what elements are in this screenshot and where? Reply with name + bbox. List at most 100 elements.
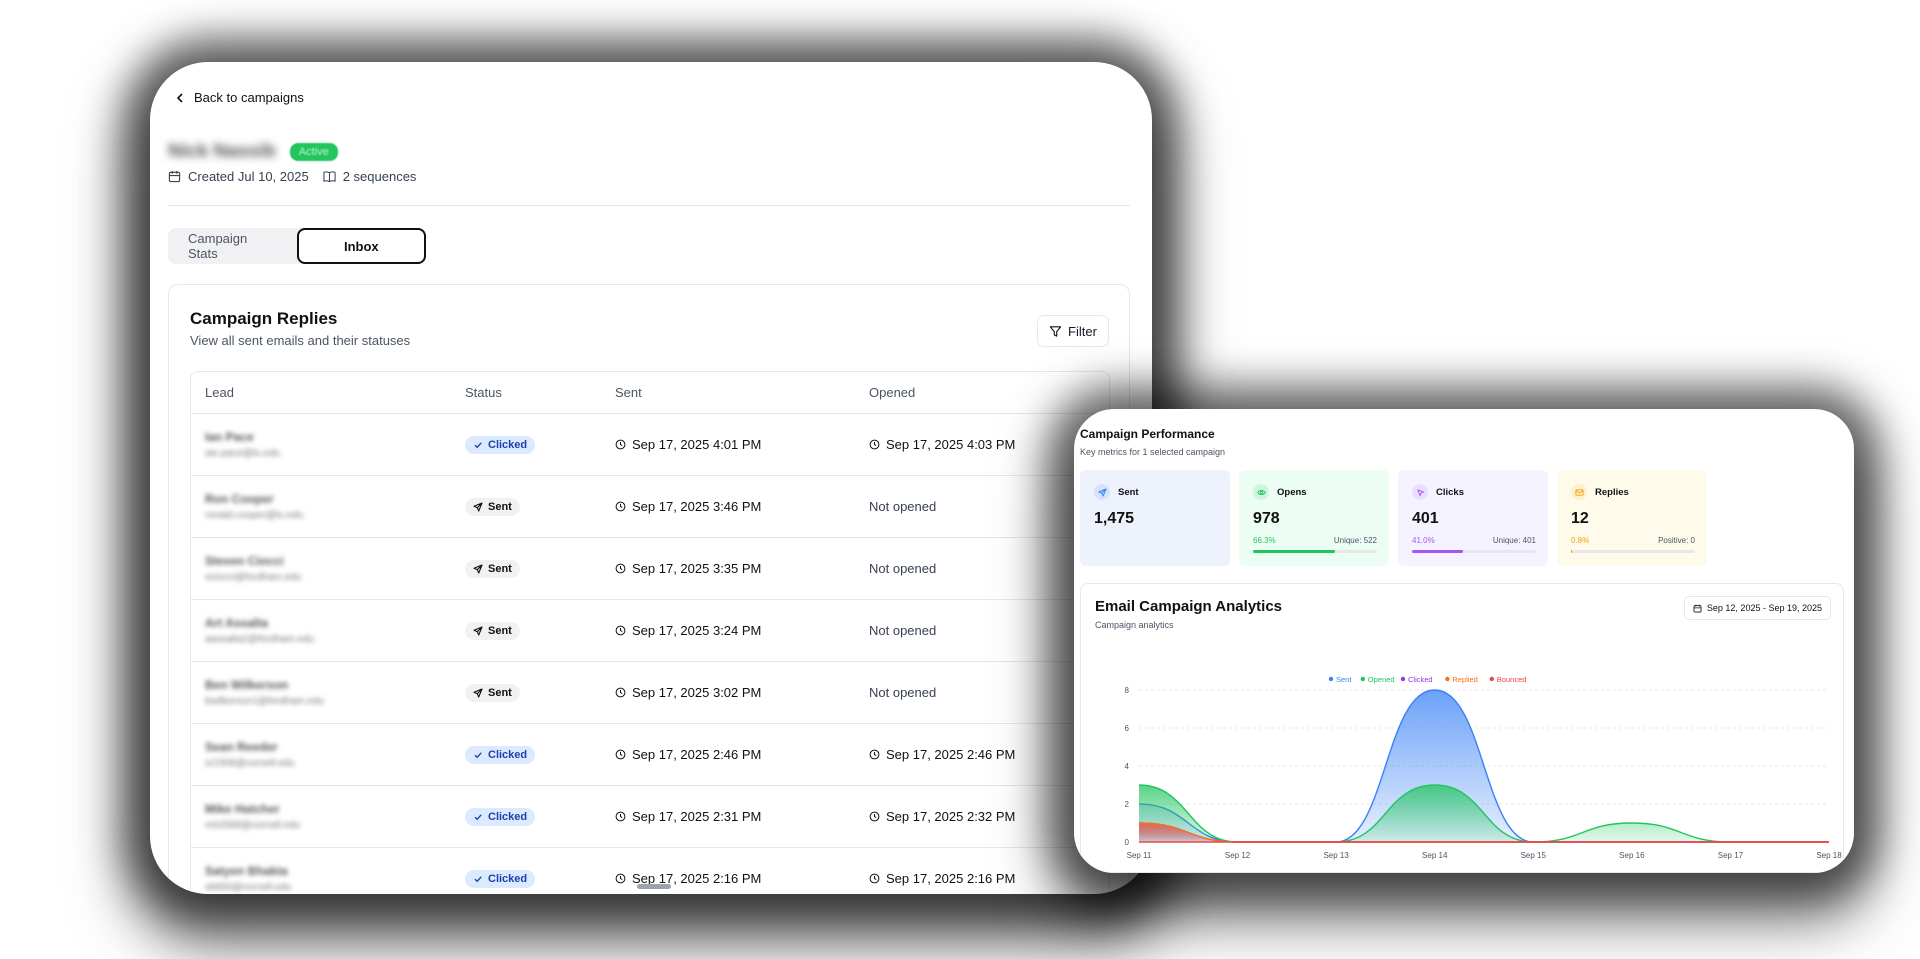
stat-progress-fill (1253, 550, 1336, 553)
clock-icon (615, 873, 626, 884)
campaign-detail-window: Back to campaigns Nick Nassib Active Cre… (150, 62, 1152, 894)
performance-subtitle: Key metrics for 1 selected campaign (1080, 447, 1226, 457)
sent-cell: Sep 17, 2025 3:46 PM (601, 499, 855, 514)
stat-value: 12 (1571, 510, 1589, 527)
col-status: Status (465, 385, 502, 400)
opened-cell: Sep 17, 2025 2:32 PM (855, 809, 1109, 824)
tab-inbox[interactable]: Inbox (296, 228, 426, 264)
back-label: Back to campaigns (194, 90, 304, 105)
lead-cell: Ben Wilkerson bwilkerson1@fordham.edu (191, 678, 451, 707)
clock-icon (615, 625, 626, 636)
lead-cell: Ian Pace ian.pace@lu.edu (191, 430, 451, 459)
table-header: Lead Status Sent Opened (191, 372, 1109, 414)
stat-percent: 41.0% (1412, 536, 1435, 545)
col-lead: Lead (205, 385, 234, 400)
lead-cell: Satyen Bhakta sb893@cornell.edu (191, 864, 451, 893)
stat-label: Replies (1595, 486, 1629, 498)
table-body: Ian Pace ian.pace@lu.edu Clicked Sep 17, 20… (191, 414, 1109, 894)
status-label: Sent (488, 686, 512, 699)
campaign-header: Nick Nassib Active (168, 141, 338, 163)
table-row[interactable]: Mike Hatcher mh2688@cornell.edu Clicked Sep… (191, 786, 1109, 848)
stat-extra: Positive: 0 (1658, 536, 1695, 545)
y-tick-label: 0 (1125, 838, 1130, 847)
sent-time: Sep 17, 2025 2:31 PM (632, 809, 762, 824)
replies-table: Lead Status Sent Opened Ian Pace ian.pace… (190, 371, 1110, 894)
lead-name: Satyen Bhakta (205, 864, 288, 878)
tab-campaign-stats[interactable]: Campaign Stats (168, 228, 297, 264)
stat-header: Opens (1253, 484, 1307, 500)
y-tick-label: 4 (1125, 762, 1130, 771)
campaign-meta: Created Jul 10, 2025 2 sequences (168, 169, 416, 184)
lead-email: ronald.cooper@lu.edu (205, 510, 304, 521)
book-open-icon (323, 171, 336, 183)
y-tick-label: 8 (1125, 686, 1130, 695)
card-title: Campaign Replies (190, 309, 338, 328)
clock-icon (615, 501, 626, 512)
back-to-campaigns-link[interactable]: Back to campaigns (174, 90, 304, 105)
status-pill: Clicked (465, 869, 536, 888)
stat-card-opens: Opens 978 66.3% Unique: 522 (1239, 470, 1389, 566)
x-tick-label: Sep 14 (1422, 851, 1448, 860)
x-tick-label: Sep 18 (1816, 851, 1842, 860)
sent-time: Sep 17, 2025 3:24 PM (632, 623, 762, 638)
campaign-replies-card: Campaign Replies View all sent emails an… (168, 284, 1130, 894)
filter-button[interactable]: Filter (1037, 315, 1109, 347)
stat-card-sent: Sent 1,475 (1080, 470, 1230, 566)
table-row[interactable]: Steven Ciocci sciocci@fordham.edu Sent Sep … (191, 538, 1109, 600)
stat-header: Clicks (1412, 484, 1464, 500)
stat-value: 401 (1412, 510, 1439, 527)
y-tick-label: 2 (1125, 800, 1130, 809)
sent-time: Sep 17, 2025 4:01 PM (632, 437, 762, 452)
status-label: Sent (488, 624, 512, 637)
sent-cell: Sep 17, 2025 2:31 PM (601, 809, 855, 824)
opened-time: Not opened (869, 623, 937, 638)
status-label: Clicked (488, 438, 528, 451)
opened-cell: Not opened (855, 561, 1109, 576)
stat-progress-bar (1253, 550, 1377, 553)
clock-icon (615, 811, 626, 822)
table-row[interactable]: Ian Pace ian.pace@lu.edu Clicked Sep 17, 20… (191, 414, 1109, 476)
lead-email: aassalta2@fordham.edu (205, 634, 315, 645)
campaign-name: Nick Nassib (168, 141, 276, 162)
lead-email: bwilkerson1@fordham.edu (205, 696, 325, 707)
check-icon (473, 750, 483, 760)
table-row[interactable]: Sean Reeder sr2308@cornell.edu Clicked Sep … (191, 724, 1109, 786)
legend-label-bounced: Bounced (1497, 675, 1527, 684)
filter-icon (1049, 325, 1062, 337)
lead-email: ian.pace@lu.edu (205, 448, 281, 459)
header-divider (168, 205, 1130, 206)
analytics-card: Email Campaign Analytics Campaign analyt… (1080, 583, 1844, 873)
lead-name: Sean Reeder (205, 740, 278, 754)
x-tick-label: Sep 16 (1619, 851, 1645, 860)
stat-percent: 66.3% (1253, 536, 1276, 545)
campaign-performance-window: Campaign Performance Key metrics for 1 s… (1074, 409, 1854, 873)
legend-label-clicked: Clicked (1408, 675, 1433, 684)
eye-icon (1253, 484, 1269, 500)
col-sent: Sent (615, 385, 642, 400)
lead-email: mh2688@cornell.edu (205, 820, 301, 831)
send-icon (473, 501, 483, 512)
clock-icon (615, 439, 626, 450)
legend-dot-bounced (1489, 676, 1494, 682)
sent-time: Sep 17, 2025 2:46 PM (632, 747, 762, 762)
x-tick-label: Sep 17 (1718, 851, 1744, 860)
stat-progress-bar (1412, 550, 1536, 553)
lead-name: Ron Cooper (205, 492, 274, 506)
opened-time: Sep 17, 2025 4:03 PM (886, 437, 1016, 452)
legend-label-opened: Opened (1368, 675, 1395, 684)
status-label: Clicked (488, 748, 528, 761)
view-tabs: Campaign Stats Inbox (168, 228, 426, 264)
lead-email: sciocci@fordham.edu (205, 572, 302, 583)
scroll-indicator[interactable] (637, 884, 671, 889)
table-row[interactable]: Art Assalta aassalta2@fordham.edu Sent Sep … (191, 600, 1109, 662)
sent-time: Sep 17, 2025 3:02 PM (632, 685, 762, 700)
table-row[interactable]: Ron Cooper ronald.cooper@lu.edu Sent Sep 17… (191, 476, 1109, 538)
opened-time: Not opened (869, 561, 937, 576)
stat-header: Replies (1571, 484, 1629, 500)
status-pill: Clicked (465, 435, 536, 454)
status-pill: Clicked (465, 807, 536, 826)
status-pill: Sent (465, 497, 520, 516)
stat-label: Sent (1118, 486, 1139, 498)
table-row[interactable]: Ben Wilkerson bwilkerson1@fordham.edu Sent… (191, 662, 1109, 724)
analytics-chart: 0 2 4 6 8 Sep 11 Sep 12 Sep 13 Sep 14 Sep 15 Sep 1… (1125, 675, 1843, 860)
